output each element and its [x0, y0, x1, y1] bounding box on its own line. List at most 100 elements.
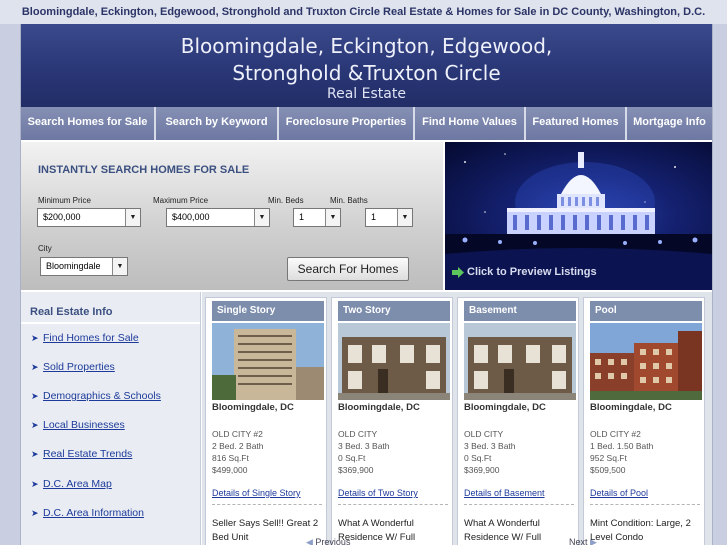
- listing-location: Bloomingdale, DC: [590, 402, 672, 413]
- preview-listings-link[interactable]: Click to Preview Listings: [467, 266, 597, 278]
- max-price-select[interactable]: $400,000 ▼: [166, 208, 270, 227]
- chevron-down-icon: ▼: [254, 209, 269, 226]
- listing-sqft: 0 Sq.Ft: [464, 453, 492, 463]
- next-button[interactable]: Next ▶: [569, 537, 597, 545]
- chevron-down-icon: ▼: [397, 209, 412, 226]
- search-homes-button[interactable]: Search For Homes: [287, 257, 409, 281]
- chevron-right-icon: ➤: [31, 508, 39, 518]
- sidebar: Real Estate Info ➤ Find Homes for Sale ➤ S…: [21, 292, 201, 545]
- listing-price: $509,500: [590, 465, 626, 475]
- listing-card: Single Story Bloomingdale, DC OLD CITY #…: [205, 297, 327, 545]
- beds-label: Min. Beds: [268, 196, 304, 205]
- nav-search-keyword[interactable]: Search by Keyword: [156, 107, 279, 140]
- listing-category[interactable]: Basement: [464, 301, 576, 321]
- sidebar-link-label: Sold Properties: [43, 361, 115, 373]
- min-price-label: Minimum Price: [38, 196, 91, 205]
- featured-listings: Single Story Bloomingdale, DC OLD CITY #…: [202, 292, 712, 545]
- chevron-down-icon: ▼: [112, 258, 127, 275]
- listing-sqft: 816 Sq.Ft: [212, 453, 249, 463]
- listing-category[interactable]: Single Story: [212, 301, 324, 321]
- chevron-right-icon: ▶: [587, 537, 597, 545]
- listing-price: $369,900: [338, 465, 374, 475]
- nav-mortgage-info[interactable]: Mortgage Info: [627, 107, 712, 140]
- previous-button[interactable]: ◀ Previous: [306, 537, 350, 545]
- chevron-left-icon: ◀: [306, 537, 316, 545]
- sidebar-link-label: Find Homes for Sale: [43, 332, 139, 344]
- max-price-value: $400,000: [172, 212, 210, 222]
- sidebar-link-label: D.C. Area Information: [43, 507, 144, 519]
- listing-details-link[interactable]: Details of Pool: [590, 488, 648, 498]
- nav-home-values[interactable]: Find Home Values: [415, 107, 526, 140]
- listing-beds-baths: 3 Bed. 3 Bath: [464, 441, 516, 451]
- sidebar-link-info[interactable]: ➤ D.C. Area Information: [31, 507, 144, 519]
- sidebar-link-map[interactable]: ➤ D.C. Area Map: [31, 478, 112, 490]
- beds-value: 1: [299, 212, 305, 222]
- listing-category[interactable]: Two Story: [338, 301, 450, 321]
- listing-location: Bloomingdale, DC: [338, 402, 420, 413]
- header-line-1: Bloomingdale, Eckington, Edgewood,: [180, 34, 553, 58]
- top-banner: Bloomingdale, Eckington, Edgewood, Stron…: [0, 0, 727, 24]
- sidebar-link-find-homes[interactable]: ➤ Find Homes for Sale: [31, 332, 139, 344]
- sidebar-link-demographics[interactable]: ➤ Demographics & Schools: [31, 390, 161, 402]
- listing-details-link[interactable]: Details of Single Story: [212, 488, 301, 498]
- baths-label: Min. Baths: [330, 196, 368, 205]
- sidebar-link-businesses[interactable]: ➤ Local Businesses: [31, 419, 125, 431]
- listing-card: Basement Bloomingdale, DC OLD CITY 3 Bed…: [457, 297, 579, 545]
- page-frame: Bloomingdale, Eckington, Edgewood, Stron…: [20, 24, 713, 545]
- nav-featured-homes[interactable]: Featured Homes: [526, 107, 627, 140]
- chevron-right-icon: ➤: [31, 333, 39, 343]
- max-price-label: Maximum Price: [153, 196, 209, 205]
- nav-search-homes[interactable]: Search Homes for Sale: [21, 107, 156, 140]
- min-price-select[interactable]: $200,000 ▼: [37, 208, 141, 227]
- chevron-right-icon: ➤: [31, 479, 39, 489]
- sidebar-link-sold[interactable]: ➤ Sold Properties: [31, 361, 115, 373]
- listing-location: Bloomingdale, DC: [464, 402, 546, 413]
- min-price-value: $200,000: [43, 212, 81, 222]
- listing-details-link[interactable]: Details of Two Story: [338, 488, 418, 498]
- search-panel: INSTANTLY SEARCH HOMES FOR SALE Minimum …: [21, 142, 443, 290]
- listing-photo[interactable]: [590, 323, 702, 400]
- header-line-2: Stronghold &Truxton Circle: [232, 61, 501, 85]
- listing-beds-baths: 2 Bed. 2 Bath: [212, 441, 264, 451]
- chevron-right-icon: ➤: [31, 420, 39, 430]
- listing-photo[interactable]: [212, 323, 324, 400]
- baths-select[interactable]: 1 ▼: [365, 208, 413, 227]
- divider: [338, 504, 448, 505]
- chevron-down-icon: ▼: [325, 209, 340, 226]
- listing-beds-baths: 1 Bed. 1.50 Bath: [590, 441, 654, 451]
- listing-area: OLD CITY: [464, 429, 504, 439]
- main-nav: Search Homes for Sale Search by Keyword …: [21, 107, 712, 140]
- listing-photo[interactable]: [338, 323, 450, 400]
- previous-label: Previous: [315, 537, 351, 545]
- beds-select[interactable]: 1 ▼: [293, 208, 341, 227]
- city-select[interactable]: Bloomingdale ▼: [40, 257, 128, 276]
- listing-category[interactable]: Pool: [590, 301, 702, 321]
- chevron-right-icon: ➤: [31, 391, 39, 401]
- sidebar-link-label: Real Estate Trends: [43, 448, 133, 460]
- search-title: INSTANTLY SEARCH HOMES FOR SALE: [38, 164, 250, 176]
- arrow-right-icon: [452, 267, 464, 278]
- listing-price: $499,000: [212, 465, 248, 475]
- listing-sqft: 952 Sq.Ft: [590, 453, 627, 463]
- listing-details-link[interactable]: Details of Basement: [464, 488, 545, 498]
- listing-photo[interactable]: [464, 323, 576, 400]
- listing-description: Mint Condition: Large, 2 Level Condo: [590, 518, 691, 543]
- sidebar-link-label: Local Businesses: [43, 419, 125, 431]
- listing-sqft: 0 Sq.Ft: [338, 453, 366, 463]
- divider: [212, 504, 322, 505]
- capitol-preview-photo[interactable]: Click to Preview Listings: [445, 142, 712, 290]
- listing-area: OLD CITY #2: [590, 429, 641, 439]
- next-label: Next: [569, 537, 588, 545]
- sidebar-link-trends[interactable]: ➤ Real Estate Trends: [31, 448, 132, 460]
- site-header: Bloomingdale, Eckington, Edgewood, Stron…: [21, 24, 712, 107]
- listing-price: $369,900: [464, 465, 500, 475]
- listing-card: Pool Bloomingdale, DC OLD CITY #2 1 Bed.…: [583, 297, 705, 545]
- chevron-down-icon: ▼: [125, 209, 140, 226]
- nav-foreclosure[interactable]: Foreclosure Properties: [279, 107, 415, 140]
- listing-location: Bloomingdale, DC: [212, 402, 294, 413]
- chevron-right-icon: ➤: [31, 362, 39, 372]
- divider: [590, 504, 700, 505]
- listing-area: OLD CITY #2: [212, 429, 263, 439]
- listing-description: What A Wonderful Residence W/ Full: [464, 518, 542, 543]
- sidebar-link-label: Demographics & Schools: [43, 390, 161, 402]
